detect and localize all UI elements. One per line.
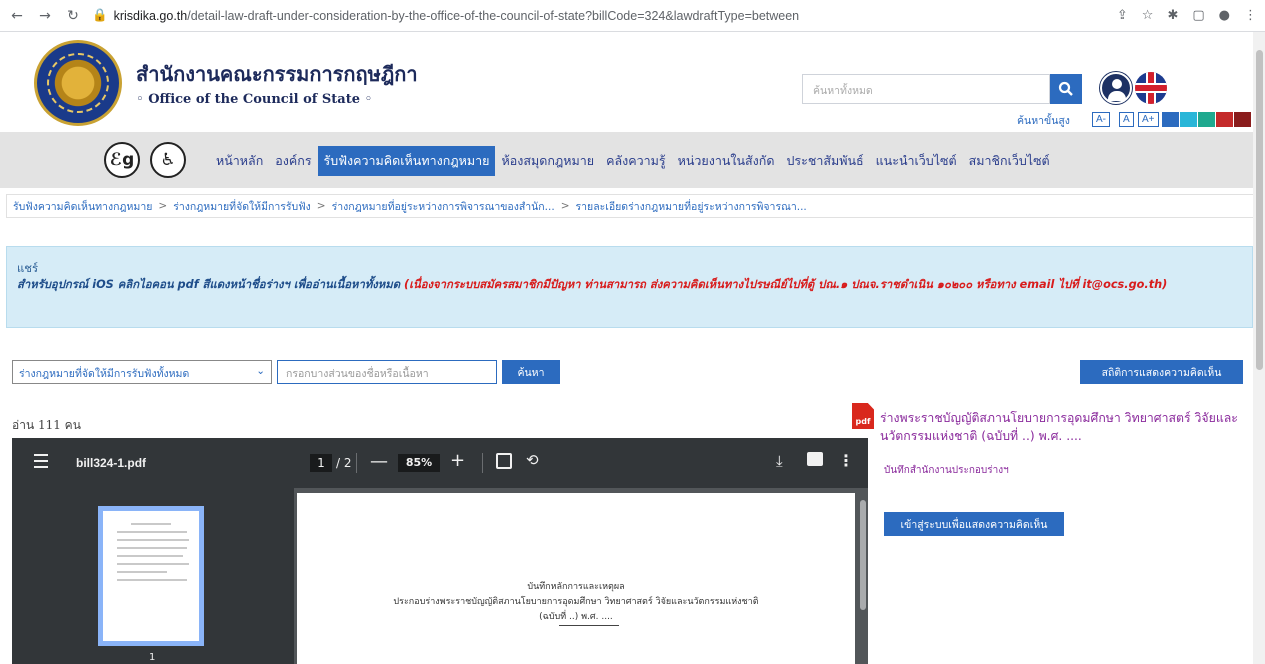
nav-item-8[interactable]: สมาชิกเว็บไซต์ [963, 146, 1056, 176]
zoom-out-icon[interactable]: — [370, 451, 388, 472]
breadcrumb-item-2[interactable]: ร่างกฎหมายที่อยู่ระหว่างการพิจารณาของสำน… [332, 198, 555, 215]
english-language-flag-icon[interactable] [1135, 72, 1167, 104]
share-icon[interactable]: ⇪ [1117, 8, 1128, 23]
bill-category-selected: ร่างกฎหมายที่จัดให้มีการรับฟังทั้งหมด [19, 368, 190, 380]
reload-icon[interactable]: ↻ [64, 8, 82, 24]
search-button[interactable] [1050, 74, 1082, 104]
breadcrumb-separator: > [560, 200, 570, 212]
main-navigation: ℰg ♿ หน้าหลัก องค์กร รับฟังความคิดเห็นทางก… [0, 132, 1265, 188]
url-host: krisdika.go.th [113, 8, 188, 23]
download-icon[interactable]: ⤓ [776, 452, 783, 470]
notice-banner: แชร์ สำหรับอุปกรณ์ iOS คลิกไอคอน pdf สีแ… [6, 246, 1253, 328]
page-thumbnail[interactable] [98, 506, 204, 646]
pdf-thumbnail-sidebar: 1 [12, 488, 294, 664]
font-size-decrease[interactable]: A- [1092, 112, 1110, 127]
page-heading: บันทึกหลักการและเหตุผล [527, 582, 625, 592]
toolbar-divider [482, 453, 483, 473]
breadcrumb-item-3: รายละเอียดร่างกฎหมายที่อยู่ระหว่างการพิจ… [575, 200, 807, 213]
pdf-toolbar: bill324-1.pdf 1 / 2 — 85% + ⟲ ⤓ ⋮ [12, 438, 868, 488]
url-path: /detail-law-draft-under-consideration-by… [187, 8, 800, 23]
browser-toolbar: ← → ↻ 🔒 krisdika.go.th/detail-law-draft-… [0, 0, 1265, 32]
search-icon [1058, 81, 1073, 96]
pdf-file-name: bill324-1.pdf [76, 456, 147, 470]
theme-color-blue[interactable] [1162, 112, 1179, 127]
pdf-viewer: bill324-1.pdf 1 / 2 — 85% + ⟲ ⤓ ⋮ 1 บันท… [12, 438, 868, 664]
read-count: อ่าน 111 คน [12, 418, 81, 432]
thumbnail-page-number: 1 [149, 652, 156, 663]
theme-color-cyan[interactable] [1180, 112, 1197, 127]
bill-title-link[interactable]: ร่างพระราชบัญญัติสภานโยบายการอุดมศึกษา ว… [880, 409, 1250, 445]
menu-icon[interactable]: ⋮ [1244, 8, 1257, 23]
chevron-down-icon: ⌄ [256, 365, 265, 377]
ios-notice-text: สำหรับอุปกรณ์ iOS คลิกไอคอน pdf สีแดงหน้… [17, 278, 404, 291]
back-icon[interactable]: ← [8, 8, 26, 24]
star-icon[interactable]: ☆ [1142, 8, 1154, 23]
council-seal-logo[interactable] [34, 40, 122, 126]
fit-page-icon[interactable] [496, 453, 512, 469]
bill-subtitle-link[interactable]: บันทึกสำนักงานประกอบร่างฯ [884, 463, 1009, 478]
site-title-english: ◦ Office of the Council of State ◦ [136, 92, 373, 107]
nav-item-2[interactable]: รับฟังความคิดเห็นทางกฎหมาย [317, 146, 496, 176]
nav-item-6[interactable]: ประชาสัมพันธ์ [780, 146, 869, 176]
header-search-input[interactable]: ค้นหาทั้งหมด [802, 74, 1050, 104]
comment-statistics-button[interactable]: สถิติการแสดงความคิดเห็น [1080, 360, 1243, 384]
pdf-zoom-input[interactable]: 85% [398, 454, 440, 472]
filter-search-button[interactable]: ค้นหา [502, 360, 560, 384]
breadcrumb-item-0[interactable]: รับฟังความคิดเห็นทางกฎหมาย [13, 198, 152, 215]
forward-icon[interactable]: → [36, 8, 54, 24]
zoom-in-icon[interactable]: + [450, 450, 465, 471]
site-title-thai: สำนักงานคณะกรรมการกฤษฎีกา [136, 62, 418, 86]
breadcrumb-separator: > [158, 200, 168, 212]
pdf-scrollbar[interactable] [860, 500, 866, 610]
pdf-page: บันทึกหลักการและเหตุผล ประกอบร่างพระราชบ… [297, 493, 855, 664]
extensions-icon[interactable]: ✱ [1167, 8, 1178, 23]
breadcrumb-separator: > [316, 200, 326, 212]
login-to-comment-button[interactable]: เข้าสู่ระบบเพื่อแสดงความคิดเห็น [884, 512, 1064, 536]
font-size-normal[interactable]: A [1119, 112, 1134, 127]
toolbar-divider [356, 453, 357, 473]
theme-color-darkred[interactable] [1234, 112, 1251, 127]
user-login-icon[interactable] [1100, 72, 1132, 104]
nav-item-7[interactable]: แนะนำเว็บไซต์ [870, 146, 963, 176]
rotate-icon[interactable]: ⟲ [526, 451, 539, 469]
nav-item-0[interactable]: หน้าหลัก [210, 146, 269, 176]
theme-color-red[interactable] [1216, 112, 1233, 127]
theme-color-green[interactable] [1198, 112, 1215, 127]
breadcrumb: รับฟังความคิดเห็นทางกฎหมาย > ร่างกฎหมายที่… [6, 194, 1259, 218]
address-bar[interactable]: 🔒 krisdika.go.th/detail-law-draft-under-… [92, 8, 1107, 23]
membership-problem-notice: (เนื่องจากระบบสมัครสมาชิกมีปัญหา ท่านสาม… [403, 278, 1168, 291]
page-underline [559, 625, 619, 626]
more-options-icon[interactable]: ⋮ [838, 451, 854, 470]
nav-item-1[interactable]: องค์กร [269, 146, 317, 176]
pdf-page-input[interactable]: 1 [310, 454, 332, 472]
profile-icon[interactable]: ● [1219, 8, 1230, 23]
hamburger-menu-icon[interactable] [34, 454, 48, 472]
font-size-increase[interactable]: A+ [1138, 112, 1159, 127]
nav-item-4[interactable]: คลังความรู้ [600, 146, 671, 176]
nav-menu: หน้าหลัก องค์กร รับฟังความคิดเห็นทางกฎหมาย… [210, 146, 1056, 176]
page-line-1: ประกอบร่างพระราชบัญญัติสภานโยบายการอุดมศ… [393, 597, 759, 607]
advanced-search-link[interactable]: ค้นหาขั้นสูง [1017, 112, 1070, 129]
lock-icon: 🔒 [92, 8, 108, 22]
breadcrumb-item-1[interactable]: ร่างกฎหมายที่จัดให้มีการรับฟัง [173, 198, 311, 215]
bill-category-select[interactable]: ร่างกฎหมายที่จัดให้มีการรับฟังทั้งหมด ⌄ [12, 360, 272, 384]
pdf-total-pages: / 2 [336, 456, 352, 470]
sign-language-icon[interactable]: ℰg [104, 142, 140, 178]
sidepanel-icon[interactable]: ▢ [1192, 8, 1204, 23]
keyword-search-input[interactable]: กรอกบางส่วนของชื่อหรือเนื้อหา [277, 360, 497, 384]
nav-item-3[interactable]: ห้องสมุดกฎหมาย [495, 146, 600, 176]
print-icon[interactable] [807, 452, 823, 466]
page-line-2: (ฉบับที่ ..) พ.ศ. .... [539, 612, 613, 622]
page-scrollbar[interactable] [1253, 32, 1265, 664]
nav-item-5[interactable]: หน่วยงานในสังกัด [672, 146, 781, 176]
accessibility-person-icon[interactable]: ♿ [150, 142, 186, 178]
share-label[interactable]: แชร์ [17, 261, 1242, 277]
pdf-file-icon[interactable]: pdf [852, 403, 874, 429]
site-header: สำนักงานคณะกรรมการกฤษฎีกา ◦ Office of th… [0, 32, 1265, 132]
